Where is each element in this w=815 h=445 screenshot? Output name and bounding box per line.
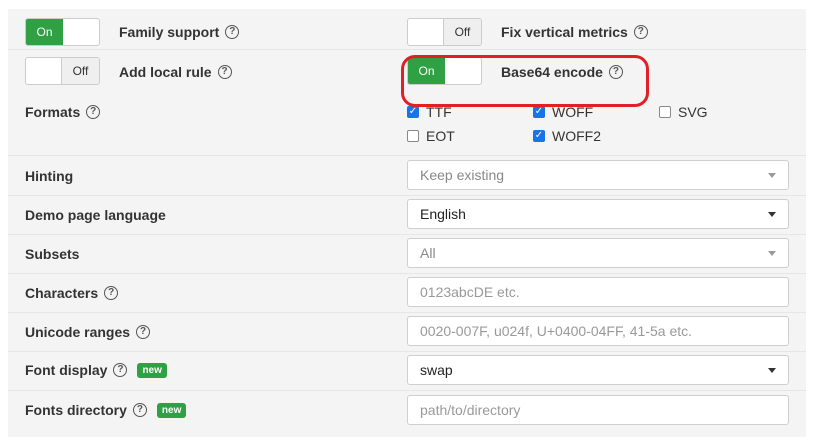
- demo-page-language-row: Demo page language English: [8, 196, 806, 235]
- new-badge: new: [156, 402, 187, 418]
- font-display-label: Font display ? new: [25, 362, 167, 378]
- hinting-select[interactable]: Keep existing: [407, 160, 789, 190]
- demo-page-language-select[interactable]: English: [407, 199, 789, 229]
- format-eot-checkbox[interactable]: EOT: [407, 128, 455, 144]
- help-icon[interactable]: ?: [104, 286, 119, 300]
- help-icon[interactable]: ?: [633, 25, 648, 39]
- font-display-select[interactable]: swap: [407, 355, 789, 385]
- font-display-row: Font display ? new swap: [8, 352, 806, 391]
- fonts-directory-input[interactable]: path/to/directory: [407, 395, 789, 425]
- unicode-ranges-row: Unicode ranges ? 0020-007F, u024f, U+040…: [8, 313, 806, 352]
- checkbox-checked-icon[interactable]: ✓: [407, 106, 419, 118]
- demo-page-language-label: Demo page language: [25, 207, 166, 223]
- toggle-off-label: Off: [443, 19, 481, 45]
- characters-label: Characters ?: [25, 285, 119, 301]
- family-support-toggle[interactable]: On: [25, 18, 100, 46]
- subsets-select[interactable]: All: [407, 238, 789, 268]
- format-woff2-checkbox[interactable]: ✓ WOFF2: [533, 128, 601, 144]
- new-badge: new: [137, 362, 167, 378]
- help-icon[interactable]: ?: [113, 363, 128, 377]
- toggle-row-1: On Family support ? Off Fix vertical met…: [8, 9, 806, 50]
- unicode-ranges-label: Unicode ranges ?: [25, 324, 151, 340]
- fix-vertical-metrics-toggle[interactable]: Off: [407, 18, 482, 46]
- help-icon[interactable]: ?: [86, 105, 101, 119]
- characters-row: Characters ? 0123abcDE etc.: [8, 274, 806, 313]
- fonts-directory-row: Fonts directory ? new path/to/directory: [8, 391, 806, 437]
- toggle-on-label: On: [26, 19, 63, 45]
- toggle-off-label: Off: [61, 58, 99, 84]
- fonts-directory-label: Fonts directory ? new: [25, 402, 187, 418]
- characters-input[interactable]: 0123abcDE etc.: [407, 277, 789, 307]
- settings-panel: On Family support ? Off Fix vertical met…: [8, 9, 806, 437]
- checkbox-checked-icon[interactable]: ✓: [533, 106, 545, 118]
- caret-down-icon: [768, 251, 776, 256]
- caret-down-icon: [768, 173, 776, 178]
- subsets-label: Subsets: [25, 246, 80, 262]
- help-icon[interactable]: ?: [136, 325, 151, 339]
- subsets-row: Subsets All: [8, 235, 806, 274]
- add-local-rule-toggle[interactable]: Off: [25, 57, 100, 85]
- fix-vertical-metrics-label: Fix vertical metrics ?: [501, 24, 648, 40]
- help-icon[interactable]: ?: [132, 403, 147, 417]
- formats-label: Formats ?: [25, 104, 101, 120]
- hinting-label: Hinting: [25, 168, 74, 184]
- format-svg-checkbox[interactable]: SVG: [659, 104, 708, 120]
- caret-down-icon: [768, 368, 776, 373]
- checkbox-empty-icon[interactable]: [659, 106, 671, 118]
- caret-down-icon: [768, 212, 776, 217]
- family-support-label: Family support ?: [119, 24, 240, 40]
- checkbox-empty-icon[interactable]: [407, 130, 419, 142]
- unicode-ranges-input[interactable]: 0020-007F, u024f, U+0400-04FF, 41-5a etc…: [407, 316, 789, 346]
- help-icon[interactable]: ?: [225, 25, 240, 39]
- checkbox-checked-icon[interactable]: ✓: [533, 130, 545, 142]
- hinting-row: Hinting Keep existing: [8, 156, 806, 196]
- add-local-rule-label: Add local rule ?: [119, 64, 232, 80]
- base64-highlight-annotation: [401, 55, 649, 107]
- help-icon[interactable]: ?: [217, 65, 232, 79]
